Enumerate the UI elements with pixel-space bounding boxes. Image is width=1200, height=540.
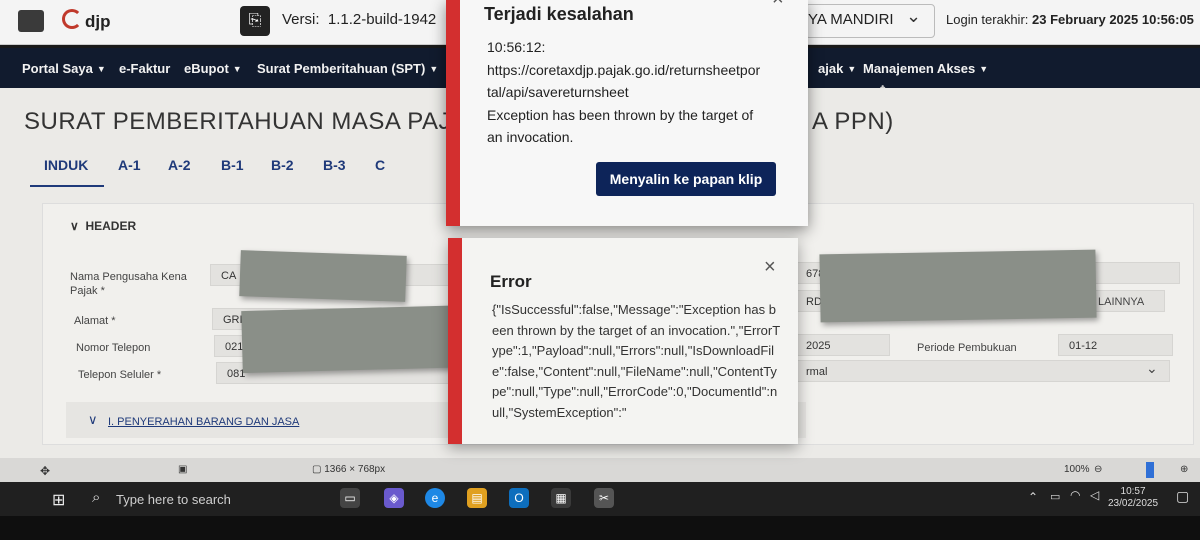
battery-icon: ▭ xyxy=(1050,491,1061,503)
nav-label: eBupot xyxy=(184,61,229,76)
system-clock[interactable]: 10:57 23/02/2025 xyxy=(1108,486,1158,510)
jenis-spt-select[interactable]: rmal xyxy=(795,360,1170,382)
version-label: Versi: xyxy=(282,11,320,28)
tab-b2[interactable]: B-2 xyxy=(271,157,294,173)
telepon-label: Nomor Telepon xyxy=(76,342,151,354)
copy-to-clipboard-button[interactable]: Menyalin ke papan klip xyxy=(596,162,776,196)
nav-spt[interactable]: Surat Pemberitahuan (SPT) ▼ xyxy=(257,61,438,76)
tab-c[interactable]: C xyxy=(375,157,385,173)
nav-efaktur[interactable]: e-Faktur xyxy=(119,61,170,76)
tab-induk[interactable]: INDUK xyxy=(44,157,88,173)
periode-pembukuan-label: Periode Pembukuan xyxy=(917,342,1017,354)
chevron-down-icon: ∨ xyxy=(70,219,79,233)
last-login: Login terakhir: 23 February 2025 10:56:0… xyxy=(946,12,1194,27)
caret-down-icon: ▼ xyxy=(232,64,242,74)
last-login-value: 23 February 2025 10:56:05 xyxy=(1032,12,1194,27)
windows-start-icon[interactable]: ⊞ xyxy=(52,490,65,510)
snipping-tool-icon[interactable]: ✂ xyxy=(594,488,614,508)
error-detail-json: {"IsSuccessful":false,"Message":"Excepti… xyxy=(492,302,781,420)
chevron-down-icon[interactable]: ∨ xyxy=(88,412,98,428)
chevron-up-icon[interactable]: ⌃ xyxy=(1028,490,1038,504)
kemenkeu-logo xyxy=(18,10,44,32)
page-title-suffix: A PPN) xyxy=(812,108,894,135)
tab-b1[interactable]: B-1 xyxy=(221,157,244,173)
version-info: Versi: 1.1.2-build-1942 xyxy=(282,11,436,28)
redaction-block xyxy=(241,304,479,374)
last-login-label: Login terakhir: xyxy=(946,12,1029,27)
zoom-out-button[interactable]: ⊖ xyxy=(1094,464,1102,475)
nav-manajemen-akses[interactable]: Manajemen Akses ▼ xyxy=(863,61,988,76)
brand-logo[interactable]: djp xyxy=(62,9,111,32)
error-stripe xyxy=(448,238,462,444)
nav-ebupot[interactable]: eBupot ▼ xyxy=(184,61,242,76)
seluler-label: Telepon Seluler * xyxy=(78,369,162,381)
clock-time: 10:57 xyxy=(1120,486,1146,497)
periode-pembukuan-field[interactable]: 01-12 xyxy=(1058,334,1173,356)
nav-label: Portal Saya xyxy=(22,61,93,76)
clock-date: 23/02/2025 xyxy=(1108,498,1159,509)
screen-bezel xyxy=(0,516,1200,540)
active-tab-indicator xyxy=(30,185,104,187)
nav-label: ajak xyxy=(818,61,844,76)
caret-down-icon: ▼ xyxy=(979,64,989,74)
section-penyerahan-link[interactable]: I. PENYERAHAN BARANG DAN JASA xyxy=(108,416,299,428)
task-view-icon[interactable]: ▭ xyxy=(340,488,360,508)
resolution-text: 1366 × 768px xyxy=(324,464,386,475)
error-toast-message: 10:56:12: https://coretaxdjp.pajak.go.id… xyxy=(487,39,761,145)
tab-a1[interactable]: A-1 xyxy=(118,157,141,173)
kategori-suffix: LAINNYA xyxy=(1098,296,1145,308)
chevron-down-icon: ⌄ xyxy=(1146,360,1158,376)
tahun-field[interactable]: 2025 xyxy=(795,334,890,356)
screen-icon: ▣ xyxy=(178,464,188,475)
outlook-icon[interactable]: O xyxy=(509,488,529,508)
section-header-label: HEADER xyxy=(85,219,137,233)
copilot-icon[interactable]: ◈ xyxy=(384,488,404,508)
page-title: SURAT PEMBERITAHUAN MASA PAJAK xyxy=(24,108,484,135)
file-explorer-icon[interactable]: ▤ xyxy=(467,488,487,508)
header-section-toggle[interactable]: ∨ HEADER xyxy=(70,219,136,233)
version-value: 1.1.2-build-1942 xyxy=(327,11,437,28)
nav-label: Surat Pemberitahuan (SPT) xyxy=(257,61,426,76)
error-detail-title: Error xyxy=(490,272,532,291)
chevron-down-icon[interactable]: ⌄ xyxy=(906,6,921,27)
search-icon: ⌕ xyxy=(92,489,101,506)
zoom-slider-handle[interactable] xyxy=(1146,462,1154,478)
tab-a2[interactable]: A-2 xyxy=(168,157,191,173)
error-stripe xyxy=(446,0,460,226)
redaction-block xyxy=(819,249,1097,323)
move-icon: ✥ xyxy=(40,464,51,478)
wifi-icon: ◠ xyxy=(1070,488,1081,502)
notification-icon[interactable]: ▢ xyxy=(1176,488,1189,505)
redaction-block xyxy=(239,250,407,302)
close-icon[interactable]: × xyxy=(764,256,776,279)
brand-text: djp xyxy=(85,12,111,31)
copy-version-button[interactable]: ⎘ xyxy=(240,6,270,36)
caret-down-icon: ▼ xyxy=(96,64,106,74)
edge-browser-icon[interactable]: e xyxy=(425,488,445,508)
nav-pajak[interactable]: ajak ▼ xyxy=(818,61,856,76)
volume-icon: ◁ xyxy=(1090,488,1100,502)
zoom-level: 100% xyxy=(1064,464,1090,475)
app-icon[interactable]: ▦ xyxy=(551,488,571,508)
taskbar-search-input[interactable]: Type here to search xyxy=(116,492,231,507)
tab-b3[interactable]: B-3 xyxy=(323,157,346,173)
close-icon[interactable]: × xyxy=(772,0,784,11)
nav-portal-saya[interactable]: Portal Saya ▼ xyxy=(22,61,106,76)
zoom-in-button[interactable]: ⊕ xyxy=(1180,464,1188,475)
company-name: YA MANDIRI xyxy=(808,11,894,28)
resolution-readout: ▢ 1366 × 768px xyxy=(312,464,386,475)
caret-down-icon: ▼ xyxy=(429,64,439,74)
nav-label: e-Faktur xyxy=(119,61,171,76)
nav-label: Manajemen Akses xyxy=(863,61,976,76)
nama-pkp-label: Nama Pengusaha Kena Pajak * xyxy=(70,271,187,297)
caret-down-icon: ▼ xyxy=(847,64,857,74)
alamat-label: Alamat * xyxy=(74,315,116,327)
error-toast-title: Terjadi kesalahan xyxy=(484,4,634,24)
